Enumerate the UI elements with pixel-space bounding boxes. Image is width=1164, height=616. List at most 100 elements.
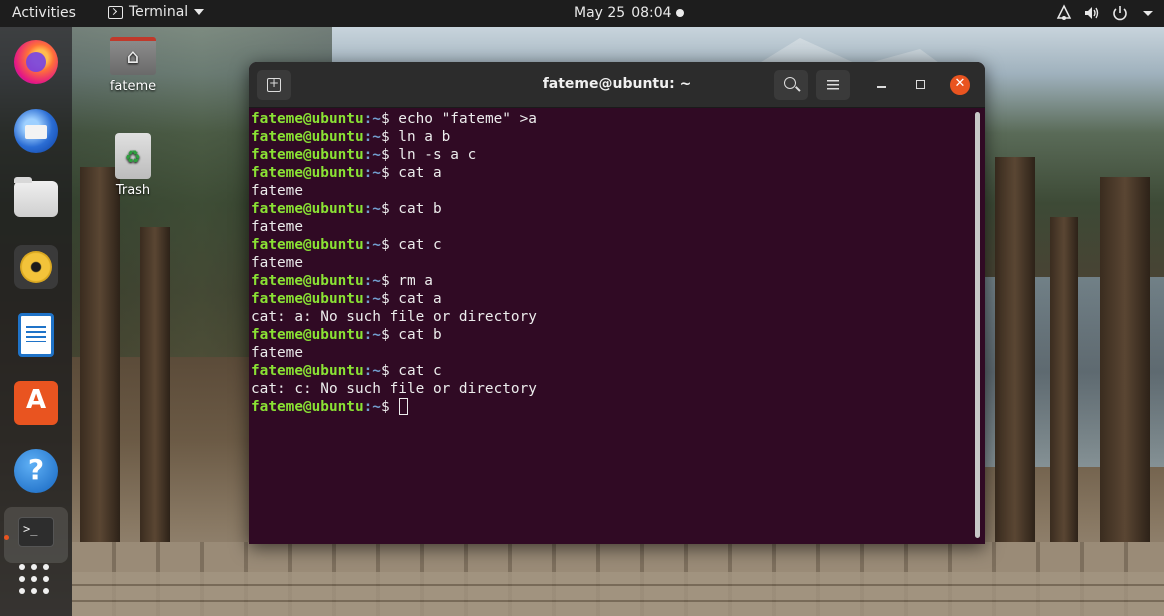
prompt-path: :~: [363, 291, 381, 307]
volume-icon[interactable]: [1083, 4, 1101, 22]
terminal-output[interactable]: fateme@ubuntu:~$ echo "fateme" >a fateme@…: [251, 110, 973, 544]
command-text: cat a: [389, 291, 442, 307]
bridge-post: [995, 157, 1035, 547]
prompt-path: :~: [363, 201, 381, 217]
prompt-user: fateme@ubuntu: [251, 291, 364, 307]
prompt-path: :~: [363, 165, 381, 181]
hamburger-menu-icon: [827, 80, 839, 90]
app-menu-button[interactable]: Terminal: [108, 4, 205, 20]
terminal-command-line: fateme@ubuntu:~$ cat c: [251, 362, 973, 380]
terminal-headerbar[interactable]: fateme@ubuntu: ~ ✕: [249, 62, 985, 108]
terminal-cursor: [399, 398, 409, 415]
dock-firefox[interactable]: [10, 36, 62, 88]
clock-button[interactable]: May 25 08:04: [574, 5, 672, 21]
bridge-post: [80, 167, 120, 547]
terminal-command-line: fateme@ubuntu:~$ cat c: [251, 236, 973, 254]
dock: [0, 27, 72, 616]
prompt-path: :~: [363, 363, 381, 379]
grid-dot: [43, 564, 49, 570]
desktop-trash[interactable]: Trash: [93, 133, 173, 198]
terminal-icon: [18, 517, 54, 547]
command-text: [390, 399, 399, 415]
terminal-command-line: fateme@ubuntu:~$ ln -s a c: [251, 146, 973, 164]
close-button[interactable]: ✕: [950, 75, 970, 95]
command-text: cat c: [389, 363, 442, 379]
terminal-command-line: fateme@ubuntu:~$ rm a: [251, 272, 973, 290]
minimize-button[interactable]: [871, 74, 893, 96]
prompt-symbol: $: [380, 201, 390, 217]
prompt-symbol: $: [380, 291, 390, 307]
dock-libreoffice-writer[interactable]: [10, 309, 62, 361]
close-icon: ✕: [954, 76, 966, 91]
prompt-path: :~: [363, 237, 381, 253]
terminal-command-line: fateme@ubuntu:~$ cat b: [251, 326, 973, 344]
prompt-user: fateme@ubuntu: [251, 273, 364, 289]
help-icon: [14, 449, 58, 493]
grid-dot: [43, 576, 49, 582]
dock-thunderbird[interactable]: [10, 105, 62, 157]
terminal-command-line: fateme@ubuntu:~$ ln a b: [251, 128, 973, 146]
activities-button[interactable]: Activities: [12, 5, 76, 21]
search-button[interactable]: [774, 70, 808, 100]
prompt-path: :~: [363, 327, 381, 343]
desktop-home-label: fateme: [109, 79, 157, 94]
prompt-symbol: $: [380, 237, 390, 253]
prompt-path: :~: [363, 399, 381, 415]
bridge-post: [1050, 217, 1078, 547]
grid-dot: [31, 576, 37, 582]
command-text: cat a: [389, 165, 442, 181]
grid-dot: [31, 588, 37, 594]
prompt-user: fateme@ubuntu: [251, 237, 364, 253]
clock-date: May 25: [574, 5, 626, 21]
prompt-path: :~: [363, 273, 381, 289]
dock-terminal[interactable]: [4, 507, 68, 563]
output-text: cat: a: No such file or directory: [251, 309, 537, 325]
terminal-output-line: fateme: [251, 344, 973, 362]
menu-button[interactable]: [816, 70, 850, 100]
power-icon[interactable]: [1111, 4, 1129, 22]
rhythmbox-icon: [14, 245, 58, 289]
grid-dot: [19, 588, 25, 594]
terminal-output-line: fateme: [251, 218, 973, 236]
dock-rhythmbox[interactable]: [10, 241, 62, 293]
grid-dot: [19, 564, 25, 570]
search-icon: [784, 77, 796, 89]
prompt-user: fateme@ubuntu: [251, 165, 364, 181]
prompt-user: fateme@ubuntu: [251, 327, 364, 343]
terminal-command-line: fateme@ubuntu:~$: [251, 398, 973, 416]
notification-dot-icon: [676, 9, 684, 17]
command-text: cat b: [389, 201, 442, 217]
desktop-home-folder[interactable]: fateme: [93, 37, 173, 94]
prompt-symbol: $: [380, 111, 390, 127]
prompt-user: fateme@ubuntu: [251, 147, 364, 163]
clock-time: 08:04: [631, 5, 672, 21]
prompt-user: fateme@ubuntu: [251, 111, 364, 127]
chevron-down-icon[interactable]: [1139, 4, 1157, 22]
dock-files[interactable]: [10, 173, 62, 225]
maximize-icon: [916, 80, 925, 89]
output-text: fateme: [251, 255, 303, 271]
command-text: cat c: [389, 237, 442, 253]
ubuntu-software-icon: [14, 381, 58, 425]
command-text: rm a: [389, 273, 433, 289]
prompt-user: fateme@ubuntu: [251, 201, 364, 217]
desktop-trash-label: Trash: [115, 183, 151, 198]
terminal-scrollbar[interactable]: [975, 112, 980, 538]
show-applications-button[interactable]: [19, 564, 53, 598]
terminal-command-line: fateme@ubuntu:~$ echo "fateme" >a: [251, 110, 973, 128]
network-icon[interactable]: [1055, 4, 1073, 22]
terminal-window[interactable]: fateme@ubuntu: ~ ✕ fateme@ubuntu:~$ echo…: [249, 62, 985, 544]
output-text: fateme: [251, 345, 303, 361]
system-tray[interactable]: [1055, 4, 1157, 22]
dock-ubuntu-software[interactable]: [10, 377, 62, 429]
command-text: ln a b: [389, 129, 451, 145]
prompt-symbol: $: [380, 363, 390, 379]
libreoffice-writer-icon: [18, 313, 54, 357]
grid-dot: [43, 588, 49, 594]
prompt-symbol: $: [380, 147, 390, 163]
dock-help[interactable]: [10, 445, 62, 497]
output-text: fateme: [251, 183, 303, 199]
maximize-button[interactable]: [910, 74, 932, 96]
prompt-symbol: $: [380, 273, 390, 289]
terminal-command-line: fateme@ubuntu:~$ cat a: [251, 290, 973, 308]
